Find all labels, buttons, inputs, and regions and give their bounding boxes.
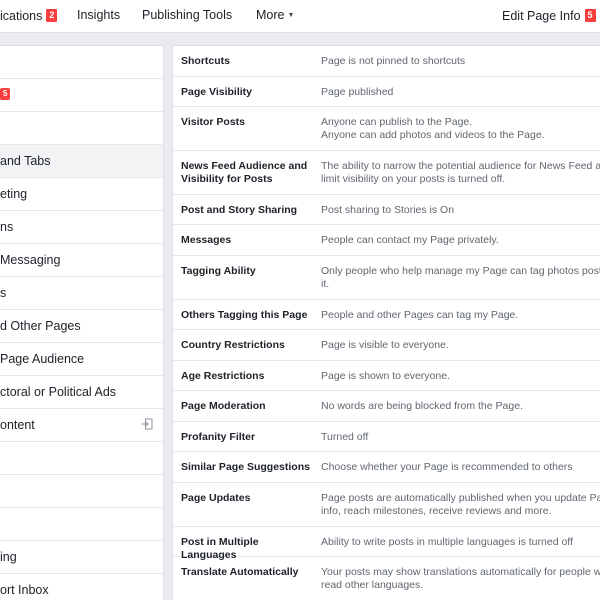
setting-label: News Feed Audience and Visibility for Po… xyxy=(181,160,308,185)
nav-edit-page-info-label: Edit Page Info xyxy=(502,9,581,23)
setting-row-shortcuts[interactable]: Shortcuts Page is not pinned to shortcut… xyxy=(173,46,600,77)
page-top-nav: ications 2 Insights Publishing Tools More… xyxy=(0,0,600,33)
setting-row-page-updates[interactable]: Page Updates Page posts are automaticall… xyxy=(173,483,600,527)
setting-row-translate-automatically[interactable]: Translate Automatically Your posts may s… xyxy=(173,557,600,600)
setting-row-messages[interactable]: Messages People can contact my Page priv… xyxy=(173,225,600,256)
setting-row-visitor-posts[interactable]: Visitor Posts Anyone can publish to the … xyxy=(173,107,600,151)
setting-label: Page Updates xyxy=(181,492,251,504)
sidebar-item[interactable] xyxy=(0,46,163,79)
sidebar-item-label: ing xyxy=(0,550,17,564)
sidebar-item[interactable]: 5 xyxy=(0,79,163,112)
sidebar-item[interactable] xyxy=(0,475,163,508)
setting-row-post-and-story-sharing[interactable]: Post and Story Sharing Post sharing to S… xyxy=(173,195,600,225)
setting-label: Country Restrictions xyxy=(181,339,285,351)
nav-more-label: More xyxy=(256,8,285,22)
notifications-badge: 2 xyxy=(45,8,59,23)
setting-value: Page is visible to everyone. xyxy=(321,339,449,351)
setting-label: Messages xyxy=(181,234,232,246)
sidebar-item-label: ctoral or Political Ads xyxy=(0,385,117,399)
setting-value: People can contact my Page privately. xyxy=(321,234,499,246)
setting-label: Shortcuts xyxy=(181,55,231,67)
nav-publishing-tools-label: Publishing Tools xyxy=(142,8,233,22)
sidebar-item-branded-content[interactable]: ontent xyxy=(0,409,163,442)
caret-down-icon: ▼ xyxy=(287,12,295,19)
sidebar-item[interactable] xyxy=(0,112,163,145)
sidebar-item[interactable] xyxy=(0,508,163,541)
setting-value: Page published xyxy=(321,86,394,98)
setting-value: Page is shown to everyone. xyxy=(321,370,450,382)
setting-label: Visitor Posts xyxy=(181,116,245,128)
nav-insights-label: Insights xyxy=(77,8,121,22)
setting-label: Others Tagging this Page xyxy=(181,309,308,321)
setting-value: People and other Pages can tag my Page. xyxy=(321,309,519,321)
sidebar-item-preferred-page-audience[interactable]: Page Audience xyxy=(0,343,163,376)
setting-row-tagging-ability[interactable]: Tagging Ability Only people who help man… xyxy=(173,256,600,300)
sidebar-item-support-inbox[interactable]: ort Inbox xyxy=(0,574,163,600)
nav-more[interactable]: More ▼ xyxy=(256,8,294,22)
setting-label: Translate Automatically xyxy=(181,566,299,578)
setting-label: Page Visibility xyxy=(181,86,253,98)
setting-value: Ability to write posts in multiple langu… xyxy=(321,536,573,548)
setting-value: Page is not pinned to shortcuts xyxy=(321,55,466,67)
setting-row-page-visibility[interactable]: Page Visibility Page published xyxy=(173,77,600,107)
nav-insights[interactable]: Insights xyxy=(77,8,120,22)
sidebar-item-label: ns xyxy=(0,220,14,234)
nav-notifications[interactable]: ications 2 xyxy=(0,8,59,23)
nav-notifications-label: ications xyxy=(0,9,43,23)
setting-row-profanity-filter[interactable]: Profanity Filter Turned off xyxy=(173,422,600,452)
sidebar-item-crossposting[interactable]: ing xyxy=(0,541,163,574)
setting-row-news-feed-audience[interactable]: News Feed Audience and Visibility for Po… xyxy=(173,151,600,195)
nav-publishing-tools[interactable]: Publishing Tools xyxy=(142,8,232,22)
sidebar-item-badge: 5 xyxy=(0,88,11,100)
setting-value: Page posts are automatically published w… xyxy=(321,492,600,517)
setting-row-multiple-languages[interactable]: Post in Multiple Languages Ability to wr… xyxy=(173,527,600,561)
setting-row-others-tagging[interactable]: Others Tagging this Page People and othe… xyxy=(173,300,600,330)
external-link-icon xyxy=(141,418,153,430)
nav-edit-page-info[interactable]: Edit Page Info 5 xyxy=(502,8,597,23)
setting-value: The ability to narrow the potential audi… xyxy=(321,160,600,185)
setting-row-page-moderation[interactable]: Page Moderation No words are being block… xyxy=(173,391,600,422)
sidebar-item-page-roles[interactable]: s xyxy=(0,277,163,310)
sidebar-item-label: ort Inbox xyxy=(0,583,49,597)
sidebar-item-label: Page Audience xyxy=(0,352,85,366)
sidebar-item-label: Messaging xyxy=(0,253,61,267)
sidebar-item-label: eting xyxy=(0,187,28,201)
sidebar-item[interactable] xyxy=(0,442,163,475)
sidebar-item-political-ads[interactable]: ctoral or Political Ads xyxy=(0,376,163,409)
setting-value: No words are being blocked from the Page… xyxy=(321,400,523,412)
general-settings-panel: Shortcuts Page is not pinned to shortcut… xyxy=(172,45,600,600)
sidebar-item-notifications[interactable]: ns xyxy=(0,211,163,244)
sidebar-item-messenger-platform[interactable]: eting xyxy=(0,178,163,211)
edit-page-info-badge: 5 xyxy=(583,8,597,23)
setting-value: Your posts may show translations automat… xyxy=(321,566,600,591)
setting-label: Age Restrictions xyxy=(181,370,265,382)
settings-sidebar: 5 and Tabs eting ns Messaging s d Other … xyxy=(0,45,164,600)
setting-value: Only people who help manage my Page can … xyxy=(321,265,600,290)
setting-value: Anyone can publish to the Page. Anyone ca… xyxy=(321,116,545,141)
setting-row-similar-page-suggestions[interactable]: Similar Page Suggestions Choose whether … xyxy=(173,452,600,483)
setting-label: Tagging Ability xyxy=(181,265,256,277)
setting-row-age-restrictions[interactable]: Age Restrictions Page is shown to everyo… xyxy=(173,361,600,391)
setting-value: Choose whether your Page is recommended … xyxy=(321,461,573,473)
sidebar-item-label: s xyxy=(0,286,7,300)
sidebar-item-templates-and-tabs[interactable]: and Tabs xyxy=(0,145,163,178)
sidebar-item-label: d Other Pages xyxy=(0,319,81,333)
sidebar-item-people-and-other-pages[interactable]: d Other Pages xyxy=(0,310,163,343)
sidebar-item-label: ontent xyxy=(0,418,35,432)
setting-label: Profanity Filter xyxy=(181,431,256,443)
setting-label: Post and Story Sharing xyxy=(181,204,298,216)
setting-value: Post sharing to Stories is On xyxy=(321,204,455,216)
sidebar-item-label: and Tabs xyxy=(0,154,51,168)
setting-label: Similar Page Suggestions xyxy=(181,461,310,473)
sidebar-item-advanced-messaging[interactable]: Messaging xyxy=(0,244,163,277)
setting-row-country-restrictions[interactable]: Country Restrictions Page is visible to … xyxy=(173,330,600,361)
setting-label: Page Moderation xyxy=(181,400,266,412)
setting-value: Turned off xyxy=(321,431,369,443)
